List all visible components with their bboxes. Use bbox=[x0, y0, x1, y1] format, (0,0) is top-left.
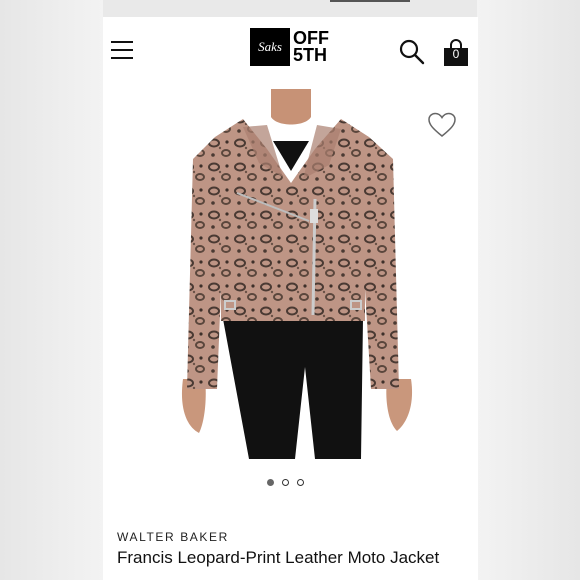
saks-off-5th-logo[interactable]: Saks OFF 5TH bbox=[250, 28, 329, 66]
carousel-dot[interactable] bbox=[297, 479, 304, 486]
carousel-dot[interactable] bbox=[282, 479, 289, 486]
shopping-bag-button[interactable]: 0 bbox=[441, 39, 471, 67]
heart-icon[interactable] bbox=[428, 112, 456, 138]
product-image[interactable] bbox=[103, 89, 478, 469]
product-brand[interactable]: WALTER BAKER bbox=[117, 530, 229, 544]
logo-line-2: 5TH bbox=[293, 45, 328, 65]
bag-count: 0 bbox=[452, 47, 460, 61]
mobile-page: Saks OFF 5TH 0 WALTER BAKER Francis Leop… bbox=[103, 17, 478, 580]
product-title: Francis Leopard-Print Leather Moto Jacke… bbox=[117, 548, 440, 567]
carousel-dot[interactable] bbox=[267, 479, 274, 486]
top-strip bbox=[330, 0, 410, 2]
carousel-indicator bbox=[267, 479, 304, 486]
background-right bbox=[477, 0, 580, 580]
logo-wordmark: OFF 5TH bbox=[293, 29, 329, 65]
search-icon[interactable] bbox=[399, 39, 425, 65]
menu-icon[interactable] bbox=[111, 41, 133, 59]
site-header: Saks OFF 5TH 0 bbox=[103, 17, 478, 89]
logo-mark: Saks bbox=[250, 28, 290, 66]
background-left bbox=[0, 0, 103, 580]
